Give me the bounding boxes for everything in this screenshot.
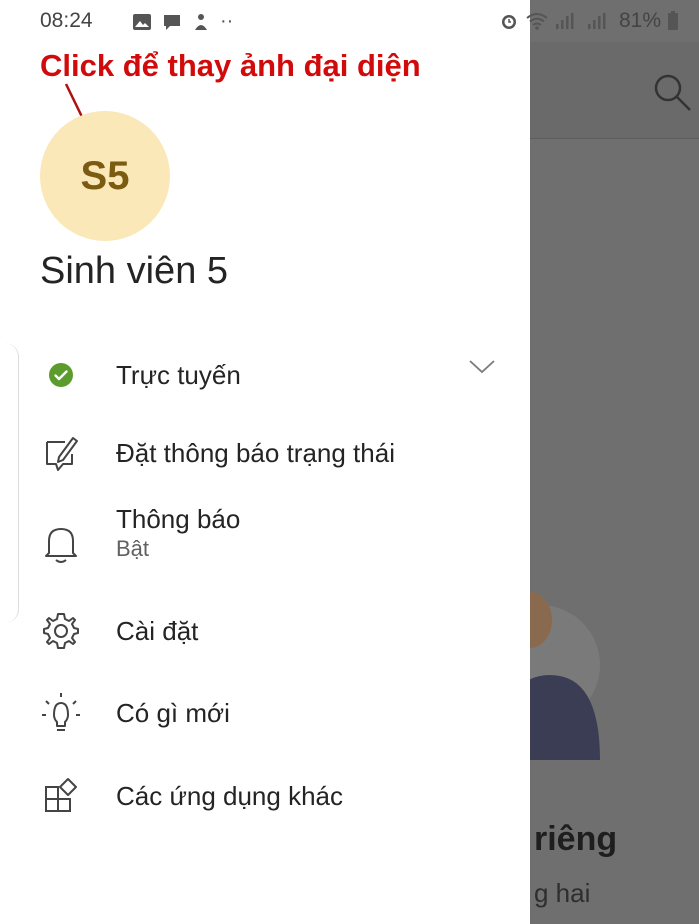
- annotation-text: Click để thay ảnh đại diện: [40, 48, 421, 83]
- background-text-2: g hai: [534, 878, 591, 908]
- app-icon: [195, 13, 207, 30]
- battery-percent: 81%: [618, 9, 661, 32]
- status-bar: 08:24 ·· 81%: [0, 0, 699, 40]
- lightbulb-icon: [36, 688, 86, 738]
- drawer-edge-handle: [0, 343, 19, 623]
- gear-icon: [36, 606, 86, 656]
- notifications-label: Thông báo: [116, 504, 241, 534]
- set-status-label: Đặt thông báo trạng thái: [116, 437, 395, 468]
- status-time: 08:24: [40, 9, 93, 32]
- chat-icon: [164, 14, 180, 30]
- profile-name: Sinh viên 5: [40, 250, 229, 292]
- wifi-icon: [526, 13, 548, 30]
- alarm-icon: [501, 15, 516, 29]
- signal-icon: [555, 13, 574, 29]
- more-apps-label: Các ứng dụng khác: [116, 780, 343, 811]
- settings-item[interactable]: Cài đặt: [36, 606, 506, 656]
- whats-new-label: Có gì mới: [116, 697, 230, 728]
- apps-icon: [36, 771, 86, 821]
- more-apps-item[interactable]: Các ứng dụng khác: [36, 771, 506, 821]
- presence-status-item[interactable]: Trực tuyến: [36, 350, 506, 400]
- battery-icon: [668, 11, 678, 30]
- bell-icon: [36, 518, 86, 568]
- settings-label: Cài đặt: [116, 615, 199, 646]
- notifications-sublabel: Bật: [116, 536, 150, 561]
- notifications-item[interactable]: Thông báo Bật: [36, 504, 506, 568]
- more-notifications-icon: ··: [220, 10, 234, 32]
- status-right: 81%: [499, 9, 679, 33]
- presence-label: Trực tuyến: [116, 359, 241, 390]
- avatar[interactable]: S5: [40, 111, 170, 241]
- avatar-initials: S5: [80, 153, 130, 198]
- chevron-down-icon[interactable]: [468, 356, 496, 376]
- background-text-1: riêng: [534, 820, 618, 858]
- gallery-icon: [133, 13, 151, 30]
- navigation-drawer: Click để thay ảnh đại diện S5 Sinh viên …: [0, 0, 530, 924]
- set-status-message-item[interactable]: Đặt thông báo trạng thái: [36, 428, 506, 478]
- illustration-image: [530, 592, 600, 760]
- search-icon[interactable]: [652, 72, 694, 114]
- edit-message-icon: [36, 428, 86, 478]
- background-app-overlay[interactable]: riêng g hai: [530, 0, 699, 924]
- status-notification-icons: ··: [132, 10, 233, 33]
- whats-new-item[interactable]: Có gì mới: [36, 688, 506, 738]
- signal-icon-2: [587, 13, 606, 29]
- green-check-circle-icon: [36, 350, 86, 400]
